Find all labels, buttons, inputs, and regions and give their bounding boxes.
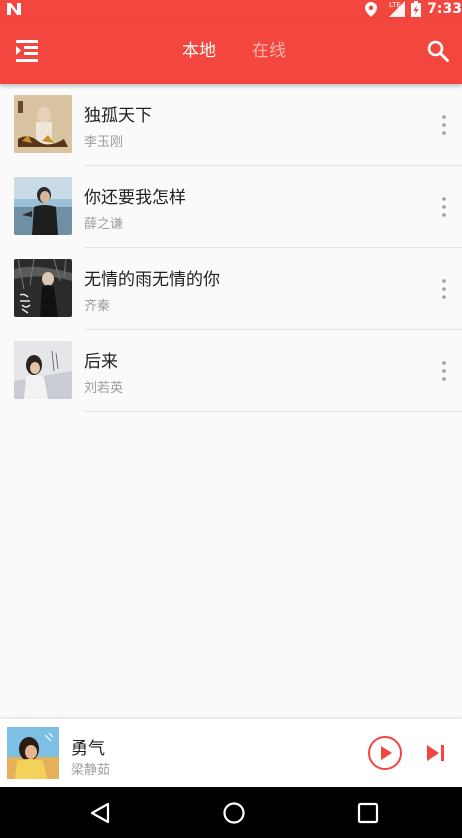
menu-list-icon[interactable] [14,38,42,64]
skip-next-icon[interactable] [426,744,446,762]
now-playing-bar[interactable]: 勇气 梁静茹 [0,719,462,787]
signal-icon [389,1,406,17]
song-title: 后来 [84,352,118,372]
song-artist: 薛之谦 [84,217,124,232]
song-row[interactable]: 独孤天下 李玉刚 [0,84,462,166]
song-row[interactable]: 无情的雨无情的你 齐秦 [0,248,462,330]
album-cover [14,341,72,399]
battery-charging-icon [411,1,422,17]
location-icon [365,1,378,17]
now-playing-artist: 梁静茹 [71,763,111,778]
song-artist: 李玉刚 [84,135,124,150]
now-playing-cover [7,727,59,779]
recents-square-icon[interactable] [357,802,379,824]
album-cover [14,95,72,153]
divider [84,411,462,412]
now-playing-title: 勇气 [71,739,105,759]
song-artist: 刘若英 [84,381,124,396]
notification-n-icon [7,3,21,15]
tab-local[interactable]: 本地 [182,40,216,62]
status-time: 7:33 [427,1,462,17]
status-bar: LTE 7:33 [0,0,462,18]
status-left [6,0,22,18]
signal-group: LTE [383,1,406,17]
song-title: 你还要我怎样 [84,188,186,208]
more-vert-icon[interactable] [436,276,452,302]
tab-online[interactable]: 在线 [252,40,286,62]
more-vert-icon[interactable] [436,194,452,220]
home-circle-icon[interactable] [222,801,246,825]
system-nav-bar [0,787,462,838]
more-vert-icon[interactable] [436,112,452,138]
song-title: 无情的雨无情的你 [84,270,220,290]
album-cover [14,259,72,317]
album-cover [14,177,72,235]
play-circle-icon[interactable] [367,735,403,771]
back-triangle-icon[interactable] [88,801,112,825]
song-row[interactable]: 你还要我怎样 薛之谦 [0,166,462,248]
more-vert-icon[interactable] [436,358,452,384]
status-right: LTE 7:33 [365,0,462,18]
song-title: 独孤天下 [84,106,152,126]
app-bar: 本地 在线 [0,18,462,84]
song-list: 独孤天下 李玉刚 你还要我怎样 薛之谦 无情的雨无情的你 齐秦 后来 刘若英 [0,84,462,412]
song-row[interactable]: 后来 刘若英 [0,330,462,412]
song-artist: 齐秦 [84,299,111,314]
search-icon[interactable] [426,39,450,63]
